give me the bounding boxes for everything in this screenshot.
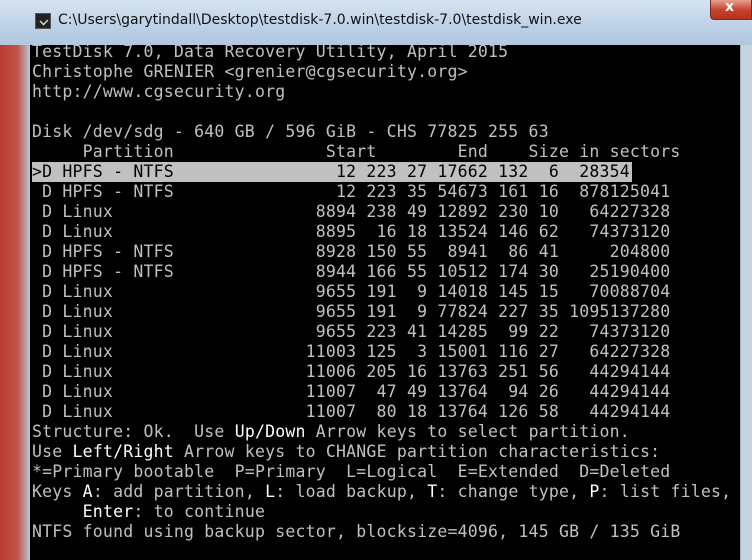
help-text: Arrow keys to select partition. bbox=[305, 422, 630, 441]
help-text: Use bbox=[32, 442, 73, 461]
help-text: Arrow keys to CHANGE partition character… bbox=[173, 442, 661, 461]
partition-row[interactable]: D Linux 9655 223 41 14285 99 22 74373120 bbox=[32, 322, 670, 342]
help-text: Structure: Ok. Use bbox=[32, 422, 235, 441]
key-left-right: Left/Right bbox=[72, 442, 174, 461]
partition-row[interactable]: D Linux 8895 16 18 13524 146 62 74373120 bbox=[32, 222, 670, 242]
key-enter: Enter bbox=[82, 502, 134, 521]
console-window: C:\Users\garytindall\Desktop\testdisk-7.… bbox=[0, 0, 752, 560]
partition-row[interactable]: D Linux 11007 80 18 13764 126 58 4429414… bbox=[32, 402, 670, 422]
help-text: : to continue bbox=[133, 502, 266, 521]
help-text: : load backup, bbox=[275, 482, 428, 501]
window-frame-left bbox=[0, 45, 30, 560]
partition-row[interactable]: D HPFS - NTFS 8944 166 55 10512 174 30 2… bbox=[32, 262, 670, 282]
window-title: C:\Users\garytindall\Desktop\testdisk-7.… bbox=[58, 12, 582, 28]
partition-columns-header: Partition Start End Size in sectors bbox=[32, 142, 681, 161]
help-text: : add partition, bbox=[92, 482, 266, 501]
partition-row[interactable]: D Linux 9655 191 9 77824 227 35 10951372… bbox=[32, 302, 670, 322]
partition-row[interactable]: D HPFS - NTFS 8928 150 55 8941 86 41 204… bbox=[32, 242, 670, 262]
help-line-structure: Structure: Ok. Use Up/Down Arrow keys to… bbox=[32, 422, 630, 442]
header-line-1: TestDisk 7.0, Data Recovery Utility, Apr… bbox=[32, 45, 509, 61]
help-text: Keys bbox=[32, 482, 83, 501]
status-message: NTFS found using backup sector, blocksiz… bbox=[32, 522, 681, 541]
help-line-legend: *=Primary bootable P=Primary L=Logical E… bbox=[32, 462, 671, 481]
close-button[interactable]: x bbox=[710, 0, 752, 20]
help-line-change: Use Left/Right Arrow keys to CHANGE part… bbox=[32, 442, 660, 462]
help-text: : list files, bbox=[599, 482, 732, 501]
title-bar[interactable]: C:\Users\garytindall\Desktop\testdisk-7.… bbox=[0, 0, 752, 46]
help-line-keys: Keys A: add partition, L: load backup, T… bbox=[32, 482, 731, 502]
partition-row[interactable]: D Linux 11007 47 49 13764 94 26 44294144 bbox=[32, 382, 670, 402]
help-line-enter: Enter: to continue bbox=[32, 502, 265, 522]
partition-row[interactable]: D Linux 11006 205 16 13763 251 56 442941… bbox=[32, 362, 670, 382]
header-line-3: http://www.cgsecurity.org bbox=[32, 82, 286, 101]
disk-info: Disk /dev/sdg - 640 GB / 596 GiB - CHS 7… bbox=[32, 122, 549, 141]
console-output[interactable]: TestDisk 7.0, Data Recovery Utility, Apr… bbox=[30, 45, 740, 560]
key-t: T bbox=[427, 482, 438, 501]
partition-row[interactable]: D Linux 9655 191 9 14018 145 15 70088704 bbox=[32, 282, 670, 302]
partition-row[interactable]: D Linux 11003 125 3 15001 116 27 6422732… bbox=[32, 342, 670, 362]
partition-row-selected[interactable]: >D HPFS - NTFS 12 223 27 17662 132 6 283… bbox=[32, 162, 670, 182]
partition-row[interactable]: D HPFS - NTFS 12 223 35 54673 161 16 878… bbox=[32, 182, 670, 202]
window-frame-right bbox=[740, 45, 752, 560]
key-p: P bbox=[589, 482, 600, 501]
terminal-icon bbox=[35, 13, 51, 29]
key-up-down: Up/Down bbox=[234, 422, 306, 441]
close-icon: x bbox=[725, 0, 735, 15]
help-text: : change type, bbox=[437, 482, 590, 501]
key-l: L bbox=[265, 482, 276, 501]
key-a: A bbox=[82, 482, 93, 501]
header-line-2: Christophe GRENIER <grenier@cgsecurity.o… bbox=[32, 62, 468, 81]
partition-row[interactable]: D Linux 8894 238 49 12892 230 10 6422732… bbox=[32, 202, 670, 222]
